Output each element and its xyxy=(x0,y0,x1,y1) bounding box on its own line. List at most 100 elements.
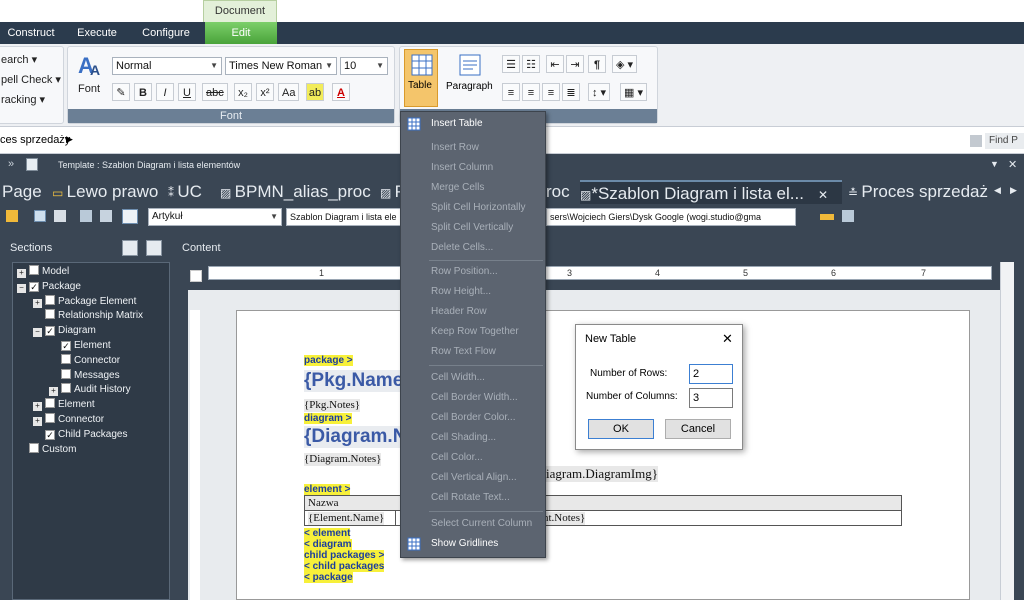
expand-icon[interactable]: + xyxy=(49,387,58,397)
collapse-icon[interactable]: − xyxy=(17,283,26,293)
tree-checkbox[interactable] xyxy=(61,368,71,379)
style-select[interactable]: Artykuł ▼ xyxy=(148,208,282,226)
move-down-icon[interactable] xyxy=(146,240,162,256)
context-tab-document[interactable]: Document xyxy=(203,0,277,22)
fill-color-icon[interactable]: ◈ ▾ xyxy=(612,55,638,73)
collapse-icon[interactable]: − xyxy=(33,328,42,338)
tree-checkbox[interactable] xyxy=(45,294,55,305)
tree-checkbox[interactable]: ✓ xyxy=(29,281,39,292)
bold-button[interactable]: B xyxy=(134,83,152,101)
tree-item[interactable]: ✓ Element xyxy=(49,339,111,353)
tree-checkbox[interactable]: ✓ xyxy=(45,429,55,440)
paragraph-button[interactable]: Paragraph xyxy=(444,51,502,103)
outdent-icon[interactable]: ⇤ xyxy=(546,55,564,73)
font-button[interactable]: Font xyxy=(78,83,100,95)
tree-checkbox[interactable] xyxy=(61,383,71,394)
tree-item[interactable]: + Connector xyxy=(33,413,104,427)
tree-checkbox[interactable] xyxy=(45,398,55,409)
move-up-icon[interactable] xyxy=(122,240,138,256)
template-settings-icon[interactable] xyxy=(6,210,18,222)
strikethrough-button[interactable]: abc xyxy=(202,83,228,101)
tab-edit[interactable]: Edit xyxy=(205,22,277,44)
font-family-combo[interactable]: Times New Roman ▼ xyxy=(225,57,337,75)
tree-checkbox[interactable] xyxy=(29,265,39,275)
tree-item[interactable]: + Model xyxy=(17,265,69,279)
double-chevron-icon[interactable]: » xyxy=(8,158,14,170)
subscript-button[interactable]: x₂ xyxy=(234,83,252,101)
pilcrow-icon[interactable]: ¶ xyxy=(588,55,606,73)
tree-item[interactable]: + Audit History xyxy=(49,383,131,397)
expand-icon[interactable]: + xyxy=(33,402,42,412)
chevron-right-icon[interactable]: ▶ xyxy=(66,134,73,145)
doc-tab-lewo-prawo[interactable]: ▭ Lewo prawo xyxy=(52,180,158,204)
search-button[interactable]: earch ▾ xyxy=(1,53,37,66)
tree-item[interactable]: + Package Element xyxy=(33,294,136,309)
numbered-list-icon[interactable]: ☷ xyxy=(522,55,540,73)
output-path-field[interactable]: sers\Wojciech Giers\Dysk Google (wogi.st… xyxy=(546,208,796,226)
tree-checkbox[interactable] xyxy=(29,442,39,453)
find-input[interactable]: Find P xyxy=(985,133,1024,149)
tree-item[interactable]: − ✓ Package xyxy=(17,280,81,294)
change-case-button[interactable]: Aa xyxy=(278,83,300,101)
highlight-color-icon[interactable]: ab xyxy=(306,83,324,101)
format-painter-icon[interactable]: ✎ xyxy=(112,83,130,101)
tree-item[interactable]: + Element xyxy=(33,398,95,412)
tree-item[interactable]: ✓ Child Packages xyxy=(33,428,127,442)
scroll-tabs-left-icon[interactable]: ◀ xyxy=(994,185,1001,196)
align-left-icon[interactable]: ≡ xyxy=(502,83,520,101)
breadcrumb-item[interactable]: ces sprzedaży xyxy=(0,134,70,146)
tracking-button[interactable]: racking ▾ xyxy=(1,93,45,106)
borders-icon[interactable]: ▦ ▾ xyxy=(620,83,647,101)
tree-item[interactable]: Custom xyxy=(17,442,76,457)
tab-construct[interactable]: Construct xyxy=(6,22,56,44)
tree-item[interactable]: Relationship Matrix xyxy=(33,309,143,323)
align-right-icon[interactable]: ≡ xyxy=(542,83,560,101)
superscript-button[interactable]: x² xyxy=(256,83,274,101)
tree-checkbox[interactable]: ✓ xyxy=(45,326,55,337)
justify-icon[interactable]: ≣ xyxy=(562,83,580,101)
close-icon[interactable]: ✕ xyxy=(722,331,733,347)
properties-icon[interactable] xyxy=(80,210,92,222)
indent-icon[interactable]: ⇥ xyxy=(566,55,584,73)
chevron-down-icon[interactable]: ▼ xyxy=(990,159,999,169)
find-toggle-icon[interactable] xyxy=(970,135,982,147)
close-icon[interactable]: ✕ xyxy=(1008,158,1017,171)
element-table[interactable]: Nazwa {Element.Name} nt.Notes} xyxy=(304,495,902,526)
align-center-icon[interactable]: ≡ xyxy=(522,83,540,101)
vertical-scrollbar[interactable] xyxy=(1000,262,1014,600)
tab-configure[interactable]: Configure xyxy=(136,22,196,44)
doc-tab-proces-sprzedaz[interactable]: ≛ Proces sprzedaż xyxy=(848,180,988,204)
doc-tab-bpmn[interactable]: ▨ BPMN_alias_proc xyxy=(220,180,371,204)
doc-tab-szablon-active[interactable]: ▨*Szablon Diagram i lista el... ✕ xyxy=(580,180,842,204)
expand-icon[interactable]: + xyxy=(33,298,42,308)
save-icon[interactable] xyxy=(34,210,46,222)
tree-checkbox[interactable] xyxy=(45,309,55,320)
ok-button[interactable]: OK xyxy=(588,419,654,439)
scroll-tabs-right-icon[interactable]: ▶ xyxy=(1010,185,1017,196)
view-mode-icon[interactable] xyxy=(122,209,138,224)
ruler-corner-icon[interactable] xyxy=(190,270,202,282)
browse-icon[interactable] xyxy=(820,214,834,220)
zoom-icon[interactable] xyxy=(100,210,112,222)
print-icon[interactable] xyxy=(54,210,66,222)
columns-input[interactable] xyxy=(689,388,733,408)
italic-button[interactable]: I xyxy=(156,83,174,101)
close-icon[interactable]: ✕ xyxy=(818,188,828,202)
bullet-list-icon[interactable]: ☰ xyxy=(502,55,520,73)
tab-execute[interactable]: Execute xyxy=(72,22,122,44)
style-combo[interactable]: Normal ▼ xyxy=(112,57,222,75)
menu-item-show-gridlines[interactable]: Show Gridlines xyxy=(401,534,545,554)
expand-icon[interactable]: + xyxy=(33,417,42,426)
tree-item[interactable]: Messages xyxy=(49,368,120,383)
underline-button[interactable]: U xyxy=(178,83,196,101)
font-color-icon[interactable]: A xyxy=(332,83,350,101)
tree-checkbox[interactable]: ✓ xyxy=(61,341,71,351)
tree-checkbox[interactable] xyxy=(45,413,55,423)
doc-tab-uc[interactable]: ⁑ UC xyxy=(168,180,202,204)
tree-checkbox[interactable] xyxy=(61,353,71,364)
doc-tab-roc[interactable]: roc xyxy=(546,180,570,204)
font-a-icon[interactable]: AA xyxy=(76,51,104,79)
tree-item[interactable]: Connector xyxy=(49,353,120,368)
doc-tab-page[interactable]: Page xyxy=(2,180,42,204)
expand-icon[interactable]: + xyxy=(17,269,26,278)
